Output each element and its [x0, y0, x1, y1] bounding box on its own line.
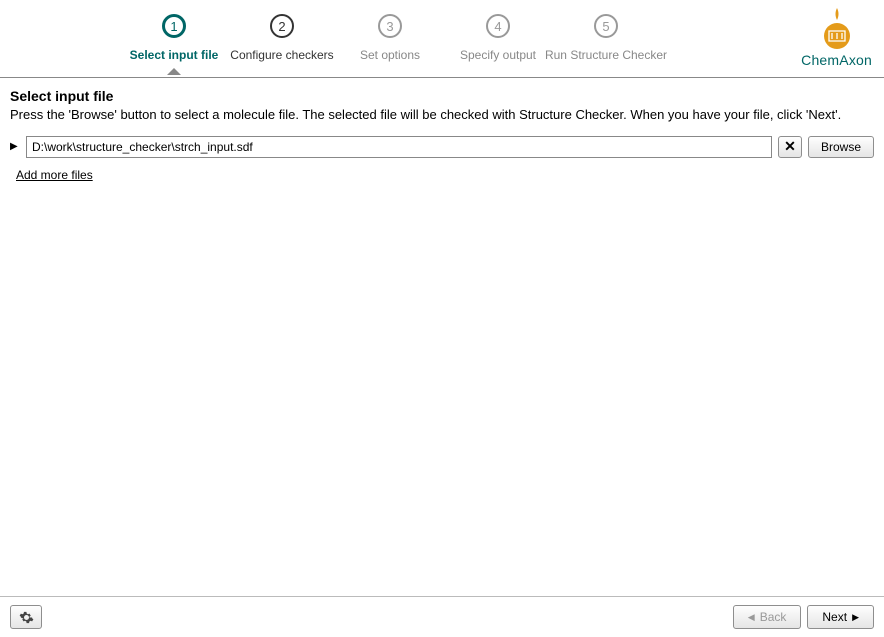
- file-path-input[interactable]: [26, 136, 772, 158]
- step-number-3: 3: [378, 14, 402, 38]
- step-run-structure-checker[interactable]: 5 Run Structure Checker: [552, 14, 660, 62]
- brand-logo: ChemAxon: [801, 6, 872, 68]
- back-button-label: Back: [760, 610, 787, 624]
- step-set-options[interactable]: 3 Set options: [336, 14, 444, 62]
- brand-name: ChemAxon: [801, 52, 872, 68]
- settings-button[interactable]: [10, 605, 42, 629]
- step-number-4: 4: [486, 14, 510, 38]
- step-label-5: Run Structure Checker: [545, 48, 667, 62]
- wizard-footer: ◀ Back Next ▶: [0, 596, 884, 637]
- gear-icon: [19, 610, 34, 625]
- step-specify-output[interactable]: 4 Specify output: [444, 14, 552, 62]
- clear-file-button[interactable]: ✕: [778, 136, 802, 158]
- next-button-label: Next: [822, 610, 847, 624]
- step-label-2: Configure checkers: [230, 48, 333, 62]
- expand-toggle-icon[interactable]: ▶: [10, 141, 20, 152]
- step-number-1: 1: [162, 14, 186, 38]
- step-select-input-file[interactable]: 1 Select input file: [120, 14, 228, 62]
- next-button[interactable]: Next ▶: [807, 605, 874, 629]
- browse-button[interactable]: Browse: [808, 136, 874, 158]
- chemaxon-logo-icon: [815, 6, 859, 50]
- step-number-2: 2: [270, 14, 294, 38]
- page-title: Select input file: [10, 88, 874, 104]
- file-row: ▶ ✕ Browse: [10, 136, 874, 158]
- step-label-1: Select input file: [130, 48, 219, 62]
- wizard-steps: 1 Select input file 2 Configure checkers…: [120, 8, 660, 62]
- chevron-left-icon: ◀: [748, 612, 755, 623]
- back-button[interactable]: ◀ Back: [733, 605, 802, 629]
- step-label-4: Specify output: [460, 48, 536, 62]
- step-label-3: Set options: [360, 48, 420, 62]
- step-number-5: 5: [594, 14, 618, 38]
- page-description: Press the 'Browse' button to select a mo…: [10, 106, 874, 124]
- wizard-header: 1 Select input file 2 Configure checkers…: [0, 0, 884, 78]
- step-configure-checkers[interactable]: 2 Configure checkers: [228, 14, 336, 62]
- content-area: Select input file Press the 'Browse' but…: [0, 78, 884, 596]
- chevron-right-icon: ▶: [852, 612, 859, 623]
- add-more-files-link[interactable]: Add more files: [16, 168, 93, 182]
- close-icon: ✕: [784, 138, 796, 155]
